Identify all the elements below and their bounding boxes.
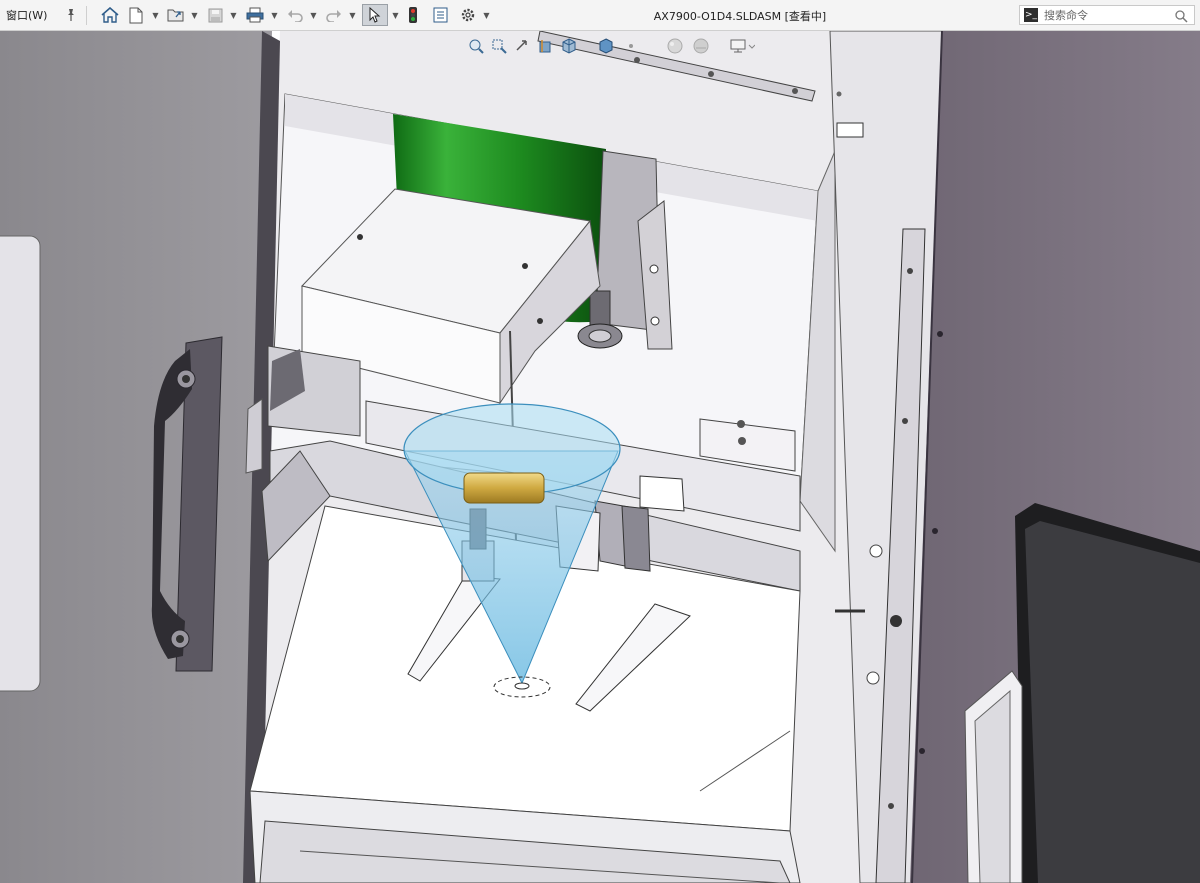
traffic-light-icon[interactable] — [404, 4, 422, 26]
search-input[interactable] — [1044, 8, 1174, 22]
command-toolbar: 窗口(W) ▼ ▼ ▼ ▼ ▼ ▼ ▼ ▼ AX7900-O1D4.SLDASM… — [0, 0, 1200, 31]
file-properties-icon[interactable] — [430, 4, 450, 26]
open-folder-icon[interactable] — [165, 4, 187, 26]
undo-icon[interactable] — [284, 4, 306, 26]
view-orientation-icon[interactable] — [559, 37, 579, 55]
pin-icon[interactable] — [62, 4, 80, 26]
save-icon[interactable] — [205, 4, 225, 26]
command-prompt-icon: >_ — [1024, 8, 1038, 22]
previous-view-icon[interactable] — [512, 37, 532, 55]
zoom-to-fit-icon[interactable] — [466, 37, 486, 55]
section-view-icon[interactable] — [536, 37, 556, 55]
hide-show-items-icon[interactable] — [624, 37, 638, 55]
apply-scene-icon[interactable] — [690, 37, 712, 55]
new-document-icon[interactable] — [126, 4, 146, 26]
undo-dropdown[interactable]: ▼ — [309, 4, 318, 26]
display-style-icon[interactable] — [596, 37, 616, 55]
view-settings-icon[interactable] — [727, 37, 757, 55]
options-gear-icon[interactable] — [457, 4, 479, 26]
document-title: AX7900-O1D4.SLDASM [查看中] — [653, 10, 827, 23]
options-dropdown[interactable]: ▼ — [482, 4, 491, 26]
print-dropdown[interactable]: ▼ — [270, 4, 279, 26]
redo-dropdown[interactable]: ▼ — [348, 4, 357, 26]
home-icon[interactable] — [99, 4, 121, 26]
select-cursor-icon[interactable] — [362, 4, 388, 26]
zoom-area-icon[interactable] — [489, 37, 509, 55]
open-dropdown[interactable]: ▼ — [190, 4, 199, 26]
new-document-dropdown[interactable]: ▼ — [151, 4, 160, 26]
save-dropdown[interactable]: ▼ — [229, 4, 238, 26]
redo-icon[interactable] — [323, 4, 345, 26]
print-icon[interactable] — [243, 4, 267, 26]
graphics-viewport[interactable] — [0, 31, 1200, 883]
search-commands-box[interactable]: >_ — [1019, 5, 1195, 25]
search-icon[interactable] — [1175, 8, 1188, 27]
assembly-model[interactable] — [0, 31, 1200, 883]
window-menu[interactable]: 窗口(W) — [6, 4, 56, 26]
edit-appearance-icon[interactable] — [664, 37, 686, 55]
select-dropdown[interactable]: ▼ — [391, 4, 400, 26]
